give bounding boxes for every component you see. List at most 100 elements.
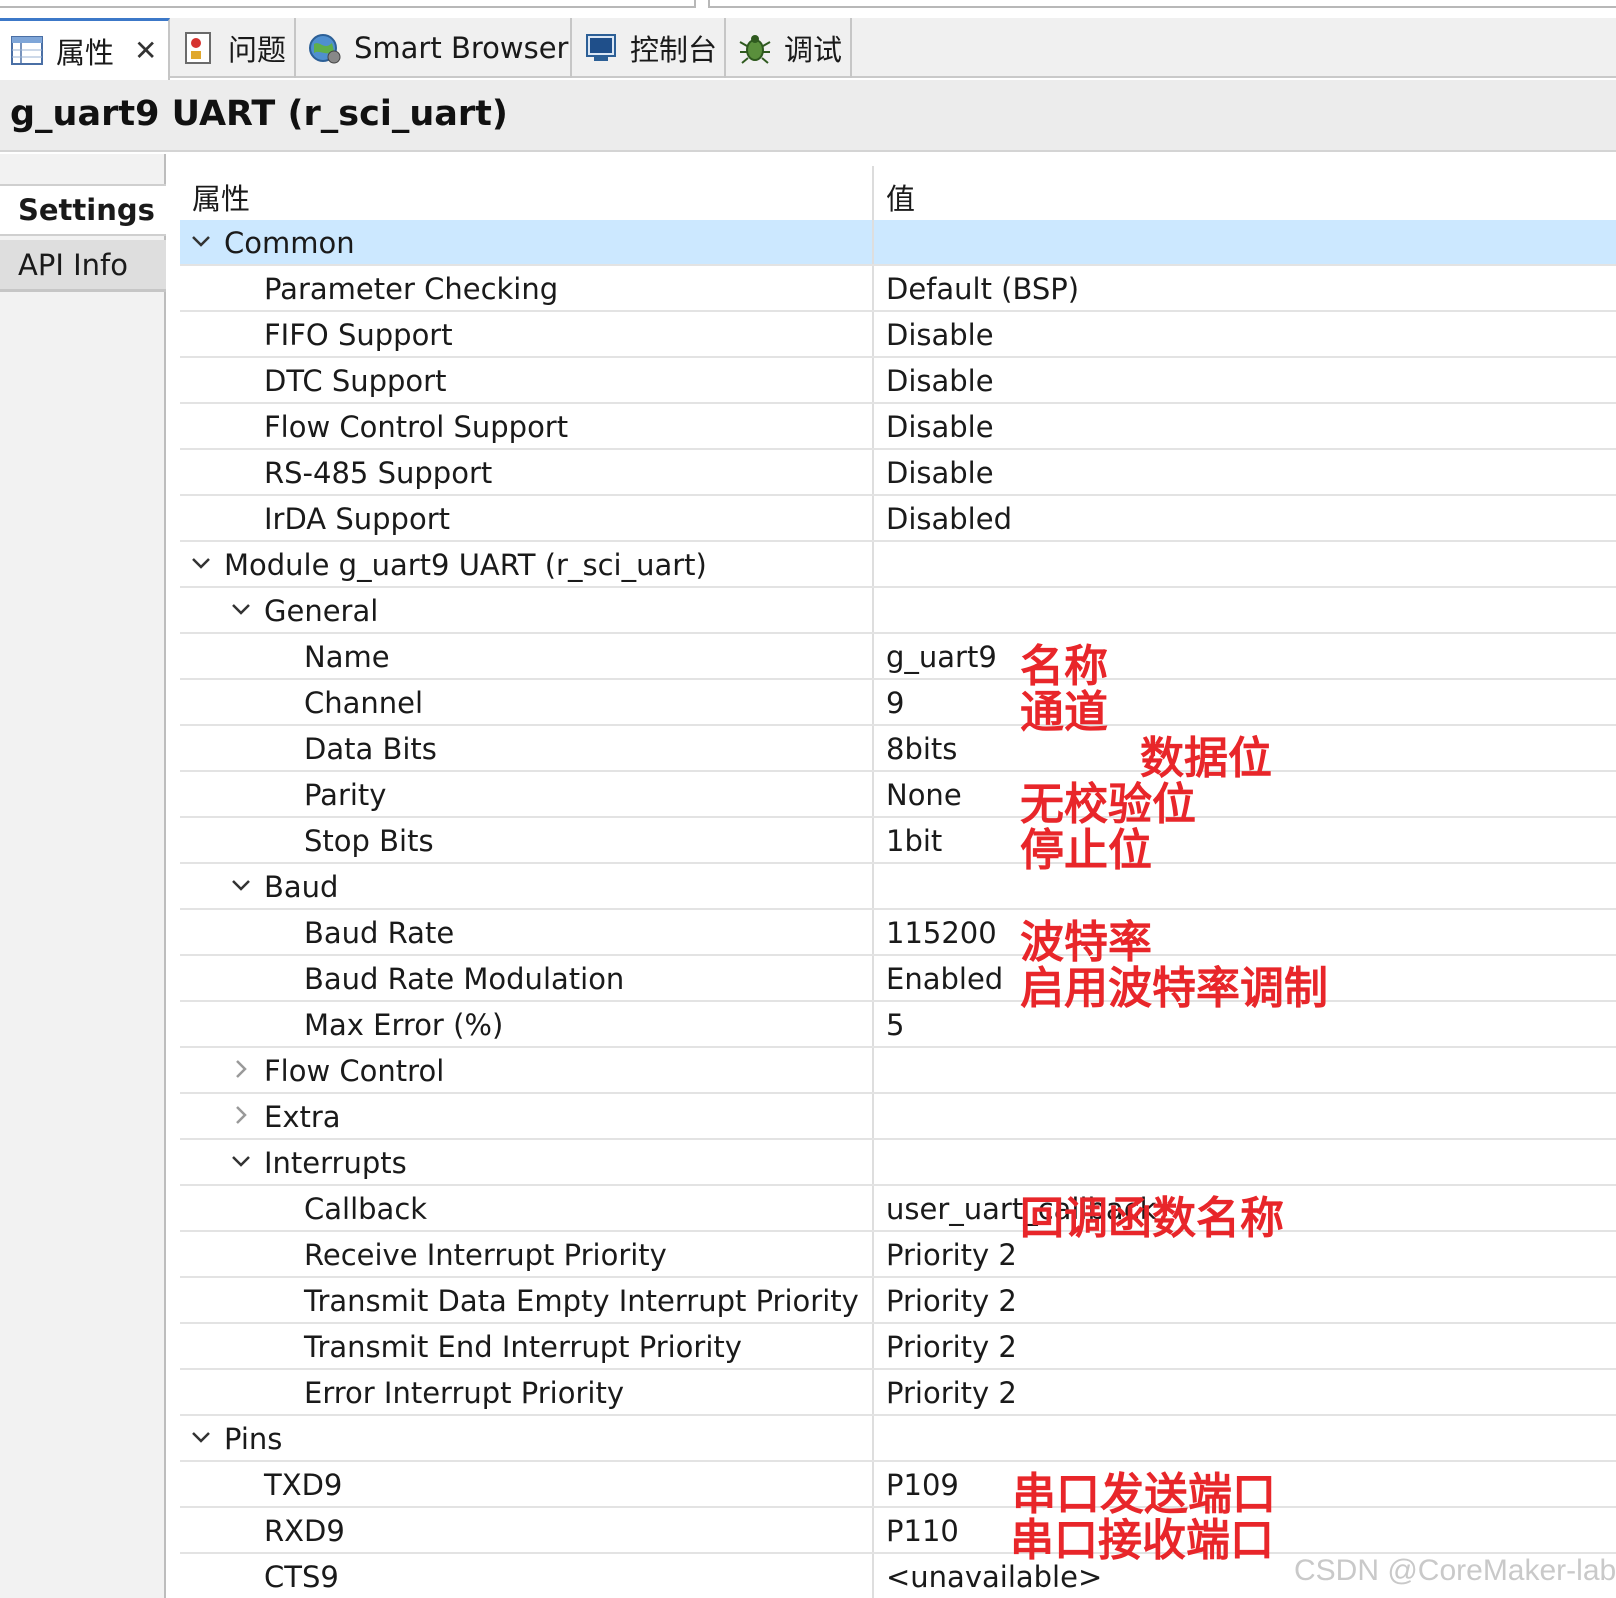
chevron-down-icon[interactable] bbox=[188, 550, 214, 576]
table-row[interactable]: Receive Interrupt Priority Priority 2 bbox=[180, 1232, 1616, 1278]
property-value[interactable]: <unavailable> bbox=[886, 1560, 1102, 1594]
property-value[interactable]: 115200 bbox=[886, 916, 997, 950]
tab-console-label: 控制台 bbox=[630, 33, 718, 67]
table-row[interactable]: General bbox=[180, 588, 1616, 634]
column-divider bbox=[872, 726, 874, 770]
property-value[interactable]: 1bit bbox=[886, 824, 942, 858]
table-row[interactable]: Flow Control Support Disable bbox=[180, 404, 1616, 450]
property-value[interactable]: P109 bbox=[886, 1468, 959, 1502]
table-row[interactable]: Channel 9 通道 bbox=[180, 680, 1616, 738]
table-row[interactable]: Parameter Checking Default (BSP) bbox=[180, 266, 1616, 312]
column-divider bbox=[872, 1140, 874, 1184]
property-value[interactable]: Disable bbox=[886, 318, 994, 352]
table-row[interactable]: Pins bbox=[180, 1416, 1616, 1462]
table-row[interactable]: Callback user_uart_callback 回调函数名称 bbox=[180, 1186, 1616, 1244]
chevron-down-icon[interactable] bbox=[228, 1148, 254, 1174]
property-label: Error Interrupt Priority bbox=[304, 1376, 624, 1410]
chevron-down-icon[interactable] bbox=[188, 228, 214, 254]
property-label: Baud Rate Modulation bbox=[304, 962, 625, 996]
property-label: CTS9 bbox=[264, 1560, 339, 1594]
table-header: 属性 值 bbox=[180, 166, 1616, 220]
table-row[interactable]: RXD9 P110 串口接收端口 bbox=[180, 1508, 1616, 1566]
table-row[interactable]: Error Interrupt Priority Priority 2 bbox=[180, 1370, 1616, 1416]
tab-api-info[interactable]: API Info bbox=[0, 240, 166, 292]
column-divider[interactable] bbox=[872, 166, 874, 220]
view-tab-bar: 属性 ✕ 问题 Smart Browser 控制台 调试 bbox=[0, 18, 1616, 80]
page-title: g_uart9 UART (r_sci_uart) bbox=[10, 94, 508, 134]
table-row[interactable]: Data Bits 8bits 数据位 bbox=[180, 726, 1616, 784]
column-header-property[interactable]: 属性 bbox=[192, 176, 250, 218]
property-label: Transmit Data Empty Interrupt Priority bbox=[304, 1284, 859, 1318]
tab-settings[interactable]: Settings bbox=[0, 184, 166, 236]
property-value[interactable]: g_uart9 bbox=[886, 640, 997, 674]
table-row[interactable]: IrDA Support Disabled bbox=[180, 496, 1616, 542]
property-value[interactable]: Disable bbox=[886, 410, 994, 444]
chevron-right-icon[interactable] bbox=[228, 1056, 254, 1082]
chevron-down-icon[interactable] bbox=[228, 596, 254, 622]
chevron-right-icon[interactable] bbox=[228, 1102, 254, 1128]
problems-icon bbox=[182, 31, 216, 65]
table-row[interactable]: Baud bbox=[180, 864, 1616, 910]
property-value[interactable]: Default (BSP) bbox=[886, 272, 1079, 306]
table-row[interactable]: Baud Rate Modulation Enabled 启用波特率调制 bbox=[180, 956, 1616, 1014]
table-row[interactable]: Transmit Data Empty Interrupt Priority Pr… bbox=[180, 1278, 1616, 1324]
console-icon bbox=[584, 31, 618, 65]
table-row[interactable]: Interrupts bbox=[180, 1140, 1616, 1186]
property-label: Extra bbox=[264, 1100, 341, 1134]
column-header-value[interactable]: 值 bbox=[886, 176, 915, 218]
table-row[interactable]: Extra bbox=[180, 1094, 1616, 1140]
table-row[interactable]: Baud Rate 115200 波特率 bbox=[180, 910, 1616, 968]
column-divider bbox=[872, 772, 874, 816]
tab-console[interactable]: 控制台 bbox=[574, 18, 726, 78]
property-value[interactable]: Enabled bbox=[886, 962, 1003, 996]
column-divider bbox=[872, 496, 874, 540]
property-value[interactable]: Disable bbox=[886, 456, 994, 490]
chevron-down-icon[interactable] bbox=[228, 872, 254, 898]
table-row[interactable]: RS-485 Support Disable bbox=[180, 450, 1616, 496]
column-divider bbox=[872, 358, 874, 402]
column-divider bbox=[872, 404, 874, 448]
table-row[interactable]: Common bbox=[180, 220, 1616, 266]
close-icon[interactable]: ✕ bbox=[134, 34, 157, 67]
property-value[interactable]: 5 bbox=[886, 1008, 904, 1042]
property-value[interactable]: Disabled bbox=[886, 502, 1012, 536]
table-row[interactable]: DTC Support Disable bbox=[180, 358, 1616, 404]
property-value[interactable]: P110 bbox=[886, 1514, 959, 1548]
table-row[interactable]: Module g_uart9 UART (r_sci_uart) bbox=[180, 542, 1616, 588]
top-strip bbox=[0, 0, 1616, 12]
property-value[interactable]: Priority 2 bbox=[886, 1238, 1017, 1272]
table-row[interactable]: Transmit End Interrupt Priority Priority … bbox=[180, 1324, 1616, 1370]
property-value[interactable]: Priority 2 bbox=[886, 1330, 1017, 1364]
table-row[interactable]: FIFO Support Disable bbox=[180, 312, 1616, 358]
table-row[interactable]: Stop Bits 1bit 停止位 bbox=[180, 818, 1616, 876]
property-label: RS-485 Support bbox=[264, 456, 493, 490]
property-label: Pins bbox=[224, 1422, 283, 1456]
tab-smart-browser[interactable]: Smart Browser bbox=[298, 18, 572, 78]
table-row[interactable]: Max Error (%) 5 bbox=[180, 1002, 1616, 1048]
column-divider bbox=[872, 1370, 874, 1414]
column-divider bbox=[872, 542, 874, 586]
column-divider bbox=[872, 312, 874, 356]
column-divider bbox=[872, 680, 874, 724]
tab-properties-label: 属性 bbox=[56, 35, 115, 70]
property-label: Baud bbox=[264, 870, 339, 904]
property-value[interactable]: 9 bbox=[886, 686, 904, 720]
tab-properties[interactable]: 属性 ✕ bbox=[0, 18, 170, 80]
watermark: CSDN @CoreMaker-lab bbox=[1294, 1554, 1616, 1587]
property-value[interactable]: Priority 2 bbox=[886, 1376, 1017, 1410]
property-table: 属性 值 Common Parameter Checking Default (BS… bbox=[180, 166, 1616, 1598]
table-row[interactable]: Parity None 无校验位 bbox=[180, 772, 1616, 830]
tab-problems[interactable]: 问题 bbox=[172, 18, 296, 78]
column-divider bbox=[872, 1278, 874, 1322]
chevron-down-icon[interactable] bbox=[188, 1424, 214, 1450]
property-value[interactable]: 8bits bbox=[886, 732, 957, 766]
tab-debug[interactable]: 调试 bbox=[728, 18, 852, 78]
table-row[interactable]: Name g_uart9 名称 bbox=[180, 634, 1616, 692]
property-value[interactable]: None bbox=[886, 778, 962, 812]
table-row[interactable]: Flow Control bbox=[180, 1048, 1616, 1094]
column-divider bbox=[872, 956, 874, 1000]
property-label: Baud Rate bbox=[304, 916, 455, 950]
property-value[interactable]: Disable bbox=[886, 364, 994, 398]
property-value[interactable]: Priority 2 bbox=[886, 1284, 1017, 1318]
table-row[interactable]: TXD9 P109 串口发送端口 bbox=[180, 1462, 1616, 1520]
